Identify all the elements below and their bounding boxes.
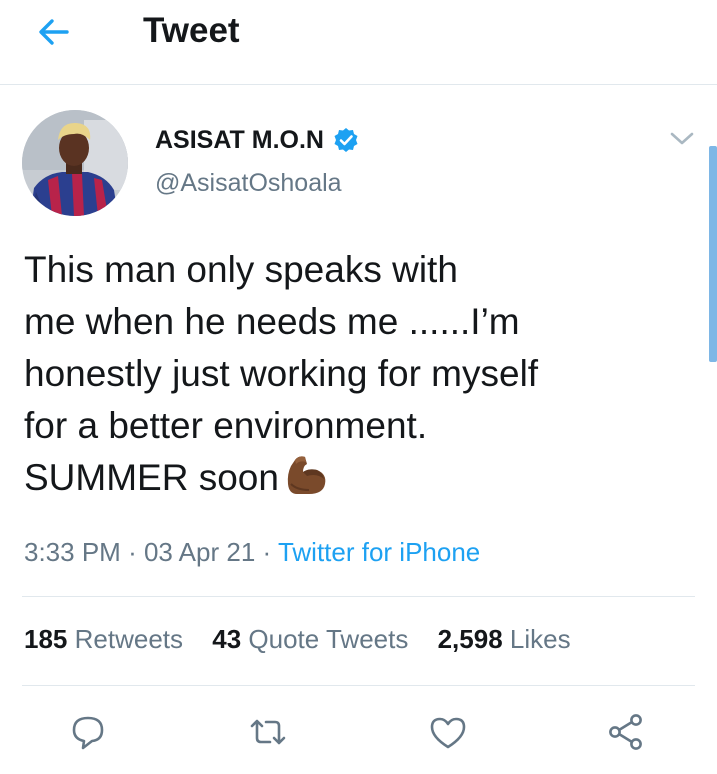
reply-icon[interactable] — [66, 710, 110, 754]
tweet-date: 03 Apr 21 — [143, 537, 256, 567]
chevron-down-icon[interactable] — [665, 124, 699, 154]
verified-badge-icon — [333, 127, 359, 153]
tweet-source-link[interactable]: Twitter for iPhone — [278, 537, 480, 567]
tweet-text-line: honestly just working for myself — [24, 353, 539, 394]
author-name[interactable]: ASISAT M.O.N — [155, 125, 324, 155]
divider — [22, 685, 695, 686]
tweet-time: 3:33 PM — [24, 537, 121, 567]
action-bar — [0, 710, 717, 760]
tweet-text-line: This man only speaks with — [24, 249, 458, 290]
likes-count: 2,598 — [437, 624, 503, 654]
quote-tweets-label: Quote Tweets — [248, 624, 409, 654]
flexed-biceps-icon — [283, 454, 329, 496]
tweet-text-line: for a better environment. — [24, 405, 428, 446]
divider — [22, 596, 695, 597]
retweets-label: Retweets — [74, 624, 184, 654]
tweet-stats: 185 Retweets 43 Quote Tweets 2,598 Likes — [24, 622, 593, 656]
meta-separator: · — [262, 537, 272, 567]
likes-label: Likes — [509, 624, 571, 654]
likes-stat[interactable]: 2,598 Likes — [438, 624, 571, 654]
tweet-text-line: SUMMER soon — [24, 457, 279, 498]
share-icon[interactable] — [604, 710, 648, 754]
top-bar: Tweet — [0, 0, 717, 85]
retweets-stat[interactable]: 185 Retweets — [24, 624, 183, 654]
tweet-text: This man only speaks with me when he nee… — [24, 244, 674, 504]
arrow-left-icon[interactable] — [34, 12, 74, 52]
tweet-text-line: me when he needs me ......I’m — [24, 301, 520, 342]
author-row[interactable]: ASISAT M.O.N — [155, 120, 359, 160]
retweets-count: 185 — [24, 624, 68, 654]
avatar[interactable] — [22, 110, 128, 216]
quote-tweets-count: 43 — [212, 624, 242, 654]
heart-icon[interactable] — [426, 710, 470, 754]
page-title: Tweet — [143, 11, 240, 50]
quote-tweets-stat[interactable]: 43 Quote Tweets — [212, 624, 408, 654]
tweet-text-line-last: SUMMER soon — [24, 452, 674, 504]
retweet-icon[interactable] — [246, 710, 290, 754]
author-handle[interactable]: @AsisatOshoala — [155, 168, 342, 198]
scrollbar[interactable] — [709, 146, 717, 362]
meta-separator: · — [128, 537, 137, 567]
tweet-meta: 3:33 PM · 03 Apr 21 · Twitter for iPhone — [24, 536, 480, 568]
